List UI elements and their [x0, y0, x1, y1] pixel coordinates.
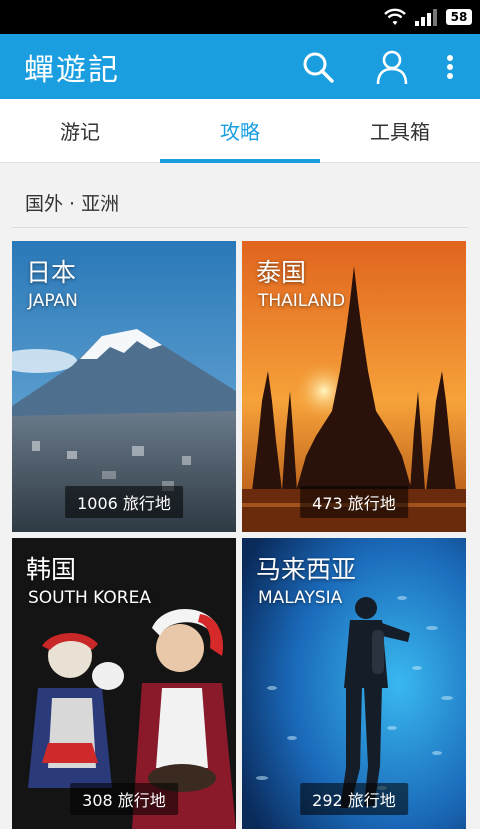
destination-name-cn: 韩国	[26, 555, 77, 584]
destination-card-malaysia[interactable]: 马来西亚 MALAYSIA 292 旅行地	[242, 538, 466, 829]
section-header: 国外 · 亚洲	[0, 163, 480, 241]
more-vert-icon	[447, 54, 453, 79]
signal-icon	[415, 9, 437, 26]
more-options-button[interactable]	[440, 45, 460, 89]
user-icon	[376, 50, 408, 84]
destination-name-en: THAILAND	[258, 291, 346, 311]
destination-count: 1006 旅行地	[65, 486, 183, 518]
destination-name-en: MALAYSIA	[258, 588, 343, 608]
app-title: 蟬遊記	[24, 52, 120, 88]
section-title: 国外 · 亚洲	[25, 193, 120, 215]
tab-guides[interactable]: 攻略	[160, 99, 320, 163]
tab-travelogue[interactable]: 游记	[0, 99, 160, 162]
destination-count: 473 旅行地	[300, 486, 408, 518]
profile-button[interactable]	[370, 45, 414, 89]
tab-bar: 游记 攻略 工具箱	[0, 99, 480, 163]
destination-name-cn: 日本	[26, 258, 77, 287]
tab-toolbox[interactable]: 工具箱	[320, 99, 480, 162]
destination-name-cn: 马来西亚	[256, 555, 357, 584]
destination-count: 308 旅行地	[70, 783, 178, 815]
wifi-icon	[384, 8, 406, 25]
destination-card-japan[interactable]: 日本 JAPAN 1006 旅行地	[12, 241, 236, 532]
status-bar: 58	[0, 0, 480, 34]
app-bar: 蟬遊記	[0, 34, 480, 99]
divider	[12, 227, 468, 228]
search-icon	[303, 52, 334, 83]
battery-icon: 58	[446, 9, 472, 25]
search-button[interactable]	[296, 45, 340, 89]
destination-card-thailand[interactable]: 泰国 THAILAND 473 旅行地	[242, 241, 466, 532]
destination-name-cn: 泰国	[256, 258, 307, 287]
destination-name-en: SOUTH KOREA	[28, 588, 151, 608]
destination-name-en: JAPAN	[28, 291, 78, 311]
destination-card-south-korea[interactable]: 韩国 SOUTH KOREA 308 旅行地	[12, 538, 236, 829]
destination-count: 292 旅行地	[300, 783, 408, 815]
